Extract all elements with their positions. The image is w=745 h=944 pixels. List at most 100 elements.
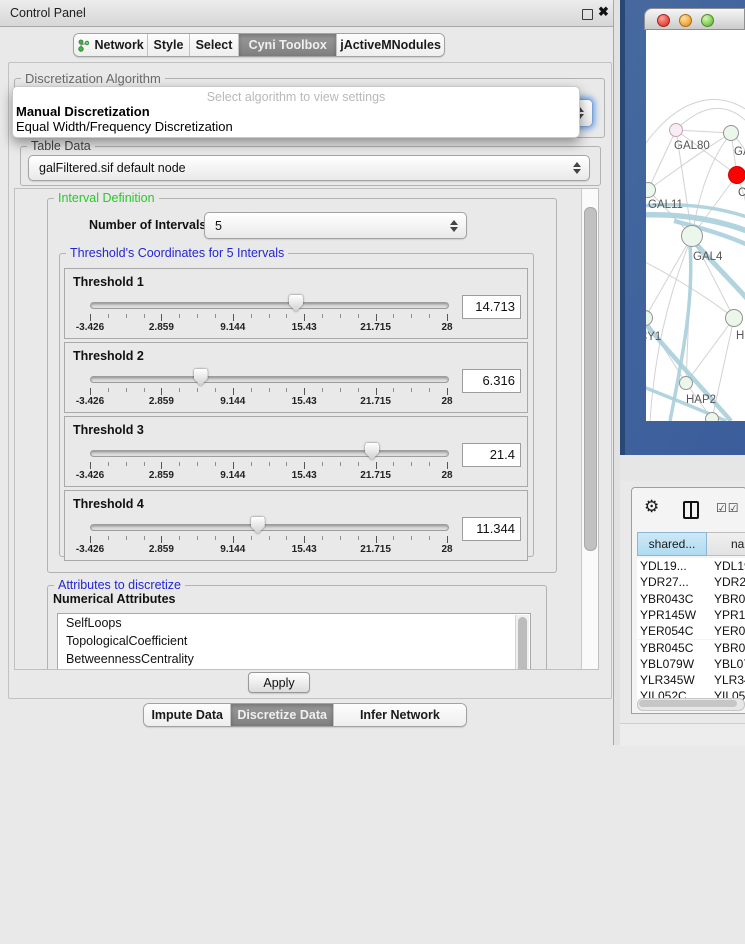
column-layout-icon[interactable] xyxy=(683,501,699,519)
table-row[interactable]: YLR345WYLR345W xyxy=(637,672,745,688)
tab-jactivemnodules[interactable]: jActiveMNodules xyxy=(336,34,444,56)
popup-item-equal-width-frequency[interactable]: Equal Width/Frequency Discretization xyxy=(16,119,233,134)
float-window-icon[interactable] xyxy=(582,9,593,20)
network-canvas[interactable]: GAL80GACGAL11GAL4GCY1HHAP2 xyxy=(646,30,745,421)
scrollbar-thumb[interactable] xyxy=(639,700,737,707)
slider-thumb[interactable] xyxy=(251,517,265,534)
settings-vertical-scrollbar[interactable] xyxy=(581,189,599,669)
table-horizontal-scrollbar[interactable] xyxy=(637,698,745,711)
table-row[interactable]: YDR27...YDR27... xyxy=(637,574,745,590)
table-row[interactable]: YBL079WYBL079W xyxy=(637,656,745,672)
slider-tick xyxy=(90,314,91,321)
slider-thumb[interactable] xyxy=(194,369,208,386)
slider-tick xyxy=(197,536,198,540)
attributes-list-scrollbar[interactable] xyxy=(515,615,529,670)
network-node[interactable] xyxy=(669,123,683,137)
network-node[interactable] xyxy=(679,376,693,390)
gear-icon[interactable]: ⚙ xyxy=(644,497,659,517)
slider-tick xyxy=(251,314,252,318)
tab-select[interactable]: Select xyxy=(189,34,238,56)
threshold-value-field[interactable]: 21.4 xyxy=(462,443,521,467)
close-icon[interactable]: ✖ xyxy=(598,4,609,20)
slider-track[interactable] xyxy=(90,524,449,531)
slider-thumb[interactable] xyxy=(289,295,303,312)
table-row[interactable]: YBR043CYBR043C xyxy=(637,591,745,607)
list-item[interactable]: TopologicalCoefficient xyxy=(58,632,530,650)
combo-arrows-icon xyxy=(449,220,458,232)
slider-tick xyxy=(197,462,198,466)
tab-infer-network[interactable]: Infer Network xyxy=(333,704,466,726)
cell-shared-name: YPR145W xyxy=(640,608,696,622)
slider-tick xyxy=(358,462,359,466)
column-header-shared-name[interactable]: shared... xyxy=(637,532,707,556)
scrollbar-thumb[interactable] xyxy=(518,617,527,670)
slider-tick xyxy=(429,314,430,318)
slider-tick xyxy=(376,536,377,543)
slider-tick xyxy=(233,462,234,469)
apply-button[interactable]: Apply xyxy=(248,672,310,693)
list-item[interactable]: BetweennessCentrality xyxy=(58,650,530,668)
slider-tick xyxy=(215,536,216,540)
slider-tick-label: 21.715 xyxy=(354,396,398,407)
slider-tick xyxy=(269,462,270,466)
close-traffic-light-icon[interactable] xyxy=(657,14,670,27)
list-item[interactable]: SelfLoops xyxy=(58,614,530,632)
tab-infer-network-label: Infer Network xyxy=(360,708,440,722)
top-tab-bar: Network Style Select Cyni Toolbox jActiv… xyxy=(73,33,445,57)
network-node[interactable] xyxy=(681,225,703,247)
slider-thumb[interactable] xyxy=(365,443,379,460)
slider-tick xyxy=(393,536,394,540)
tab-style[interactable]: Style xyxy=(147,34,189,56)
threshold-value-field[interactable]: 11.344 xyxy=(462,517,521,541)
threshold-value-field[interactable]: 6.316 xyxy=(462,369,521,393)
table-data-combobox[interactable]: galFiltered.sif default node xyxy=(28,155,590,181)
slider-tick-label: 2.859 xyxy=(139,470,183,481)
slider-track[interactable] xyxy=(90,302,449,309)
cell-name: YDL19... xyxy=(714,559,745,573)
threshold-label: Threshold 1 xyxy=(73,275,144,289)
slider-tick xyxy=(179,536,180,540)
column-header-name[interactable]: name xyxy=(707,532,745,556)
tab-network[interactable]: Network xyxy=(74,34,147,56)
slider-tick-label: 28 xyxy=(425,322,469,333)
slider-tick xyxy=(286,388,287,392)
network-node[interactable] xyxy=(705,412,719,421)
network-node[interactable] xyxy=(725,309,743,327)
slider-tick xyxy=(447,314,448,321)
tab-discretize-data-label: Discretize Data xyxy=(237,708,327,722)
slider-track[interactable] xyxy=(90,450,449,457)
network-window-titlebar[interactable] xyxy=(644,8,745,30)
popup-item-manual-discretization[interactable]: Manual Discretization xyxy=(16,104,150,119)
cell-name: YBL079W xyxy=(714,657,745,671)
cell-name: YPR145W xyxy=(714,608,745,622)
table-row[interactable]: YDL19...YDL19... xyxy=(637,558,745,574)
select-columns-icons[interactable]: ☑☑ xyxy=(716,501,740,515)
slider-thumb-shape xyxy=(289,295,303,312)
threshold-value-field[interactable]: 14.713 xyxy=(462,295,521,319)
zoom-traffic-light-icon[interactable] xyxy=(701,14,714,27)
table-row[interactable]: YBR045CYBR045C xyxy=(637,640,745,656)
scrollbar-thumb[interactable] xyxy=(584,207,597,551)
slider-tick xyxy=(429,462,430,466)
slider-tick-label: 9.144 xyxy=(211,544,255,555)
tab-discretize-data[interactable]: Discretize Data xyxy=(230,704,332,726)
slider-tick-label: 28 xyxy=(425,396,469,407)
slider-tick xyxy=(447,388,448,395)
slider-track[interactable] xyxy=(90,376,449,383)
table-row[interactable]: YPR145W YPR145W xyxy=(637,607,745,623)
slider-tick xyxy=(90,388,91,395)
slider-tick xyxy=(358,314,359,318)
network-node[interactable] xyxy=(728,166,745,184)
threshold-stack: Threshold 1-3.4262.8599.14415.4321.71528… xyxy=(64,268,528,554)
table-data-group: Table Data galFiltered.sif default node xyxy=(20,146,601,186)
numerical-attributes-list[interactable]: SelfLoopsTopologicalCoefficientBetweenne… xyxy=(57,613,531,670)
tab-cyni-toolbox[interactable]: Cyni Toolbox xyxy=(238,34,336,56)
number-of-intervals-combobox[interactable]: 5 xyxy=(204,212,467,239)
tab-impute-data[interactable]: Impute Data xyxy=(144,704,230,726)
tab-cyni-toolbox-label: Cyni Toolbox xyxy=(249,38,327,52)
cell-shared-name: YLR345W xyxy=(640,673,695,687)
minimize-traffic-light-icon[interactable] xyxy=(679,14,692,27)
table-row[interactable]: YER054CYER054C xyxy=(637,623,745,639)
slider-tick xyxy=(393,388,394,392)
network-node[interactable] xyxy=(723,125,739,141)
